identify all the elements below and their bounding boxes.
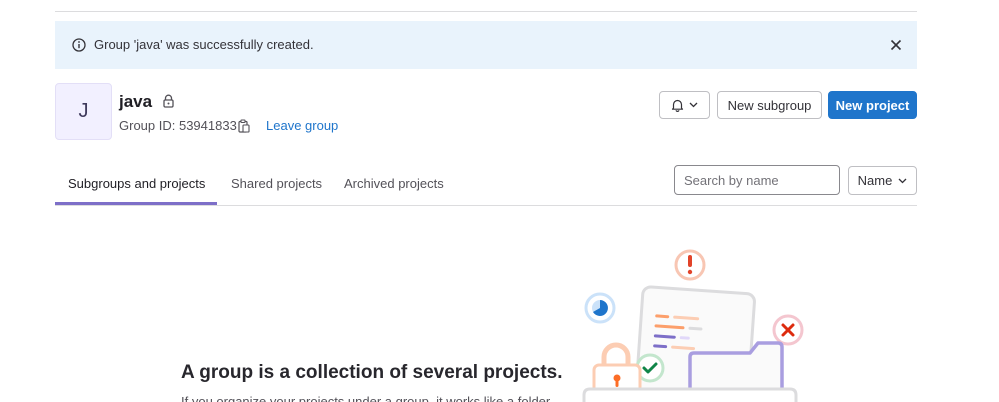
chevron-down-icon (898, 178, 907, 183)
lock-icon (163, 94, 174, 108)
empty-state-illustration (582, 249, 804, 402)
sort-label: Name (857, 173, 893, 188)
copy-to-clipboard-icon[interactable] (238, 119, 250, 133)
alert-message: Group 'java' was successfully created. (94, 37, 314, 52)
group-id: Group ID: 53941833 (119, 118, 237, 133)
group-avatar: J (55, 83, 112, 140)
new-project-button[interactable]: New project (828, 91, 917, 119)
new-subgroup-button[interactable]: New subgroup (717, 91, 822, 119)
tab-archived-projects[interactable]: Archived projects (344, 176, 444, 191)
active-tab-indicator (55, 202, 217, 205)
tab-subgroups-and-projects[interactable]: Subgroups and projects (68, 176, 205, 191)
empty-state-title: A group is a collection of several proje… (181, 362, 563, 383)
sort-dropdown[interactable]: Name (848, 166, 917, 195)
tab-shared-projects[interactable]: Shared projects (231, 176, 322, 191)
empty-state-description: If you organize your projects under a gr… (181, 394, 551, 402)
leave-group-link[interactable]: Leave group (266, 118, 338, 133)
notification-settings-dropdown[interactable] (659, 91, 710, 119)
bell-icon (671, 99, 684, 112)
top-divider (55, 11, 917, 12)
group-name: java (119, 92, 153, 111)
search-input[interactable] (674, 165, 840, 195)
close-icon[interactable] (889, 38, 903, 52)
info-circle-icon (72, 38, 86, 52)
success-alert: Group 'java' was successfully created. (55, 21, 917, 69)
chevron-down-icon (689, 102, 698, 108)
